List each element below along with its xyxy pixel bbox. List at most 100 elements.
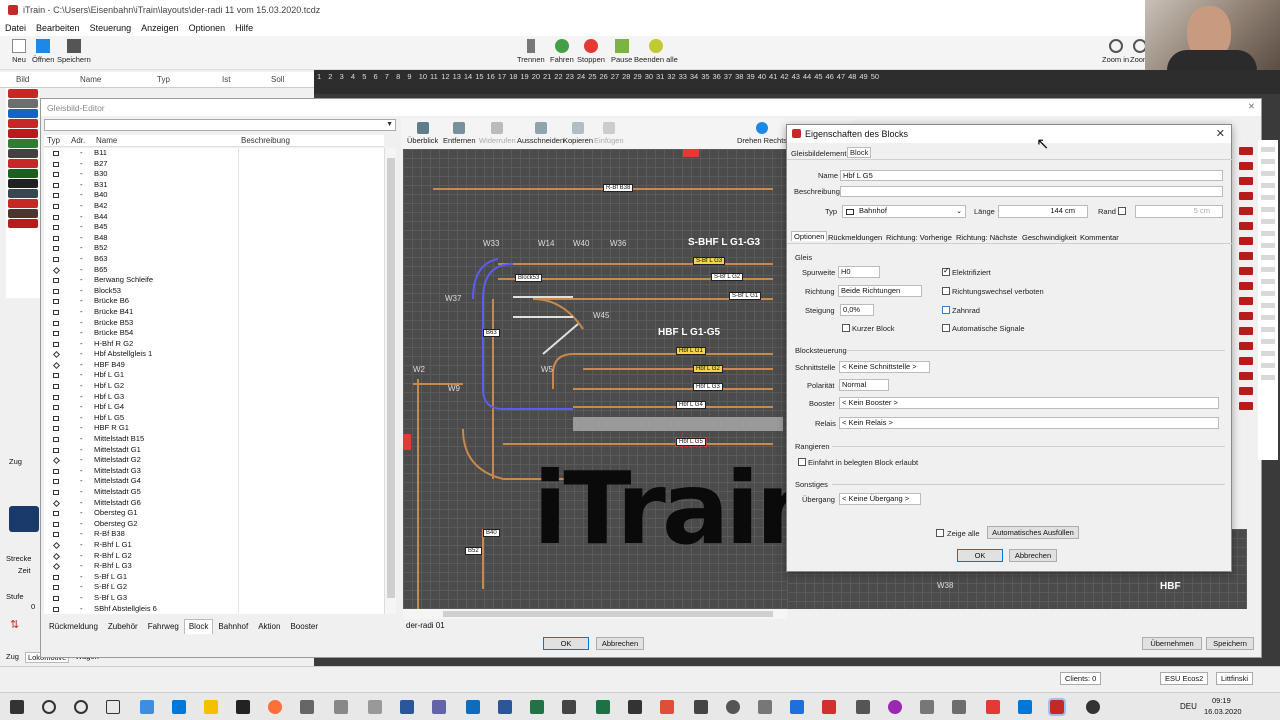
gauge-select[interactable]: H0: [838, 266, 880, 278]
slope-spinner[interactable]: 0,0%: [840, 304, 874, 316]
tab-options[interactable]: Optionen: [791, 231, 828, 241]
rack-checkbox[interactable]: [942, 306, 950, 314]
end-all-button[interactable]: Beenden alle: [634, 39, 678, 64]
block-label[interactable]: Hbf L G4: [676, 401, 706, 409]
table-row[interactable]: - R-Bf B38: [44, 529, 384, 540]
booster-select[interactable]: < Kein Booster >: [839, 397, 1219, 409]
app-icon[interactable]: [400, 700, 414, 714]
table-row[interactable]: - B31: [44, 179, 384, 191]
tab-feedback[interactable]: Rückmeldungen: [828, 233, 882, 242]
tab-fahrweg[interactable]: Fahrweg: [143, 619, 184, 634]
table-row[interactable]: - HBF R G1: [44, 423, 384, 435]
app-icon[interactable]: [562, 700, 576, 714]
table-row[interactable]: - Mittelstadt G1: [44, 444, 384, 456]
table-row[interactable]: - B65: [44, 264, 384, 276]
store-icon[interactable]: [236, 700, 250, 714]
polarity-select[interactable]: Normal: [839, 379, 889, 391]
table-row[interactable]: - R-Bhf L G3: [44, 561, 384, 572]
table-row[interactable]: - S-Bf L G3: [44, 592, 384, 604]
app-icon[interactable]: [726, 700, 740, 714]
table-row[interactable]: - R-Bhf L G2: [44, 550, 384, 562]
transition-select[interactable]: < Keine Übergang >: [839, 493, 921, 505]
table-row[interactable]: - Mittelstadt G5: [44, 487, 384, 498]
description-field[interactable]: [840, 186, 1223, 197]
electrified-checkbox[interactable]: [942, 266, 950, 276]
app-icon[interactable]: [986, 700, 1000, 714]
tab-comment[interactable]: Kommentar: [1080, 233, 1119, 242]
table-row[interactable]: - Block53: [44, 285, 384, 297]
table-row[interactable]: - Mittelstadt G2: [44, 455, 384, 466]
table-row[interactable]: - B63: [44, 253, 384, 265]
dialog-ok-button[interactable]: OK: [957, 549, 1003, 562]
firefox-icon[interactable]: [268, 700, 282, 714]
outlook-icon[interactable]: [466, 700, 480, 714]
table-row[interactable]: - Mittelstadt G4: [44, 476, 384, 487]
app-icon[interactable]: [660, 700, 674, 714]
table-row[interactable]: - B27: [44, 158, 384, 170]
table-row[interactable]: - B48: [44, 232, 384, 244]
block-label[interactable]: Hbf L G1: [676, 347, 706, 355]
excel-icon[interactable]: [530, 700, 544, 714]
paste-button[interactable]: Einfügen: [594, 122, 624, 145]
cut-button[interactable]: Ausschneiden: [517, 122, 564, 145]
relay-select[interactable]: < Kein Relais >: [839, 417, 1219, 429]
tab-zug[interactable]: Zug: [6, 652, 19, 663]
open-button[interactable]: Öffnen: [32, 39, 54, 64]
close-icon[interactable]: ✕: [1248, 101, 1255, 112]
table-row[interactable]: - Hbf L G4: [44, 402, 384, 413]
block-label[interactable]: B40: [483, 529, 500, 537]
show-all-checkbox[interactable]: [936, 529, 944, 537]
table-row[interactable]: - Hbf Abstellgleis 1: [44, 349, 384, 360]
table-row[interactable]: - Brücke B6: [44, 296, 384, 307]
search-icon[interactable]: [42, 700, 56, 714]
tab-speed[interactable]: Geschwindigkeit: [1022, 233, 1077, 242]
publisher-icon[interactable]: [596, 700, 610, 714]
track-layout-canvas[interactable]: W33 W14 W40 W36 W37 W45 W5 W9 W2 S-BHF L…: [403, 149, 787, 609]
explorer-icon[interactable]: [204, 700, 218, 714]
word-icon[interactable]: [498, 700, 512, 714]
copy-button[interactable]: Kopieren: [563, 122, 593, 145]
element-filter-dropdown[interactable]: ▼: [44, 119, 396, 131]
app-icon[interactable]: [694, 700, 708, 714]
list-scrollbar[interactable]: [384, 148, 396, 614]
table-row[interactable]: - SBhf Abstellgleis 6: [44, 603, 384, 614]
block-label[interactable]: R-Bf B38: [603, 184, 634, 192]
zoom-in-button[interactable]: Zoom in: [1102, 39, 1129, 64]
itrain-taskbar-icon[interactable]: [1048, 698, 1066, 716]
editor-save-button[interactable]: Speichern: [1206, 637, 1254, 650]
new-button[interactable]: Neu: [12, 39, 26, 64]
app-icon[interactable]: [952, 700, 966, 714]
table-row[interactable]: - S-Bf L G2: [44, 582, 384, 593]
block-label[interactable]: Hbf L G2: [693, 365, 723, 373]
language-indicator[interactable]: DEU: [1180, 702, 1197, 711]
type-select[interactable]: Bahnhof ⌄: [842, 205, 966, 218]
auto-signals-checkbox[interactable]: [942, 324, 950, 332]
block-label[interactable]: S-Bf L G1: [729, 292, 762, 300]
table-row[interactable]: - R-Bhf L G1: [44, 539, 384, 551]
separate-button[interactable]: Trennen: [517, 39, 545, 64]
remove-button[interactable]: Entfernen: [443, 122, 476, 145]
menu-edit[interactable]: Bearbeiten: [31, 23, 85, 33]
tab-aktion[interactable]: Aktion: [253, 619, 285, 634]
interface-select[interactable]: < Keine Schnittstelle >: [839, 361, 930, 373]
table-row[interactable]: - B44: [44, 211, 384, 223]
table-row[interactable]: - S-Bf L G1: [44, 571, 384, 583]
editor-cancel-button[interactable]: Abbrechen: [596, 637, 644, 650]
block-label[interactable]: Hbf L G3: [693, 383, 723, 391]
table-row[interactable]: - Hbf L G5: [44, 412, 384, 424]
enter-occupied-checkbox[interactable]: [798, 458, 806, 466]
app-icon[interactable]: [1018, 700, 1032, 714]
clock-time[interactable]: 09:19: [1212, 696, 1231, 705]
app-icon[interactable]: [920, 700, 934, 714]
app-icon[interactable]: [628, 700, 642, 714]
start-icon[interactable]: [10, 700, 24, 714]
tab-rueckmeldung[interactable]: Rückmeldung: [44, 619, 103, 634]
undo-button[interactable]: Widerrufen: [479, 122, 516, 145]
app-icon[interactable]: [822, 700, 836, 714]
direction-select[interactable]: Beide Richtungen: [838, 285, 922, 297]
app-icon[interactable]: [1086, 700, 1100, 714]
menu-options[interactable]: Optionen: [184, 23, 231, 33]
apply-button[interactable]: Übernehmen: [1142, 637, 1202, 650]
layout-tab[interactable]: der-radi 01: [406, 621, 445, 630]
table-row[interactable]: - H-Bhf R G2: [44, 338, 384, 350]
